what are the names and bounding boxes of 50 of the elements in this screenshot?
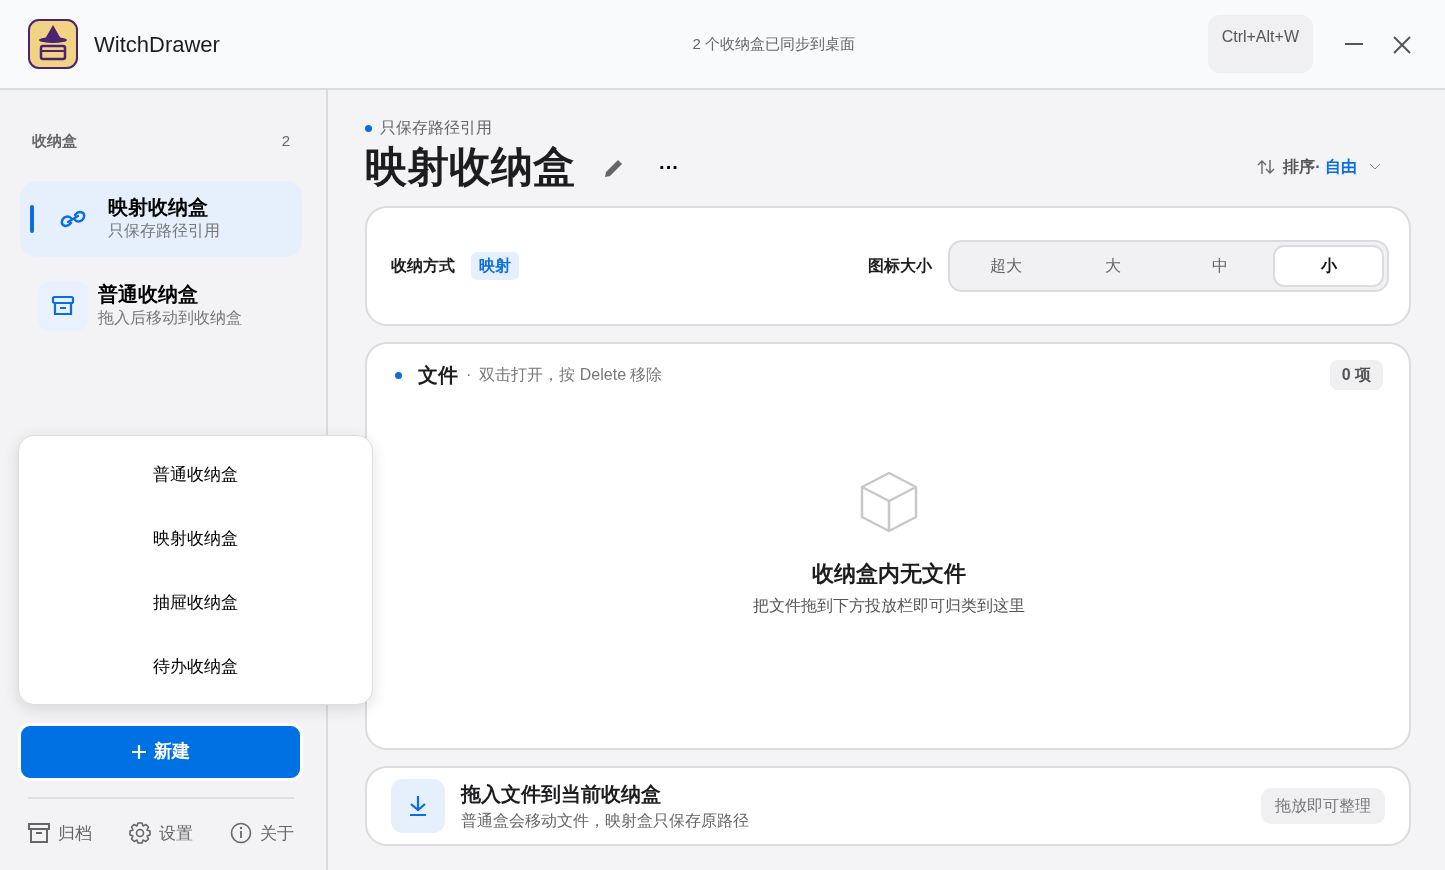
settings-icon: [129, 822, 151, 845]
status-dot: [365, 124, 372, 132]
section-heading: 收纳盒: [32, 131, 77, 151]
archive-icon: [28, 823, 50, 844]
link-icon: [59, 209, 87, 228]
segment-option[interactable]: 小: [1273, 245, 1384, 288]
close-icon: [1391, 33, 1413, 56]
sync-status: 2 个收纳盒已同步到桌面: [691, 33, 856, 54]
hint-text: 双击打开，按 Delete 移除: [479, 365, 663, 386]
download-icon: [391, 779, 445, 833]
empty-title: 收纳盒内无文件: [812, 559, 966, 588]
menu-item[interactable]: 普通收纳盒: [19, 443, 372, 507]
caret-icon: [1369, 163, 1381, 172]
storage-label: 收纳方式: [391, 256, 455, 277]
footer-link[interactable]: 设置: [129, 820, 193, 846]
empty-text: 把文件拖到下方投放栏即可归类到这里: [753, 595, 1025, 616]
app-logo: [28, 19, 78, 69]
sort-icon: [1257, 159, 1276, 176]
sidebar-item[interactable]: 普通收纳盒 拖入后移动到收纳盒: [20, 266, 302, 345]
segment-option[interactable]: 中: [1166, 245, 1274, 288]
sidebar-item[interactable]: 映射收纳盒 只保存路径引用: [20, 180, 302, 257]
icon-size-label: 图标大小: [868, 256, 932, 277]
cube-icon: [860, 470, 918, 533]
footer-link[interactable]: 关于: [230, 820, 294, 846]
footer-link[interactable]: 归档: [28, 820, 92, 846]
sort-dropdown[interactable]: 排序· 自由: [1251, 154, 1387, 181]
item-count: 0 项: [1329, 360, 1383, 391]
section-title: 文件: [418, 363, 458, 389]
separator: ·: [466, 365, 472, 386]
menu-item[interactable]: 待办收纳盒: [19, 635, 372, 699]
new-button[interactable]: 新建: [18, 722, 303, 781]
more-button[interactable]: ···: [653, 151, 685, 184]
plus-icon: [131, 744, 146, 759]
drop-subtitle: 普通盒会移动文件，映射盒只保存原路径: [461, 811, 749, 831]
app-title: WitchDrawer: [94, 30, 220, 59]
box-count: 2: [281, 131, 290, 151]
shortcut-button[interactable]: Ctrl+Alt+W: [1207, 15, 1313, 73]
info-icon: [230, 822, 252, 845]
menu-item[interactable]: 映射收纳盒: [19, 507, 372, 571]
archive-box-icon: [51, 293, 75, 318]
box-subtitle: 只保存路径引用: [380, 118, 492, 138]
menu-item[interactable]: 抽屉收纳盒: [19, 571, 372, 635]
box-title: 映射收纳盒: [365, 144, 575, 191]
drop-hint-tag: 拖放即可整理: [1261, 788, 1385, 824]
segment-option[interactable]: 超大: [953, 245, 1060, 288]
minimize-icon: [1345, 43, 1363, 45]
storage-tag: 映射: [471, 252, 519, 281]
status-dot: [395, 371, 402, 379]
segment-option[interactable]: 大: [1059, 245, 1167, 288]
drop-title: 拖入文件到当前收纳盒: [461, 782, 662, 807]
